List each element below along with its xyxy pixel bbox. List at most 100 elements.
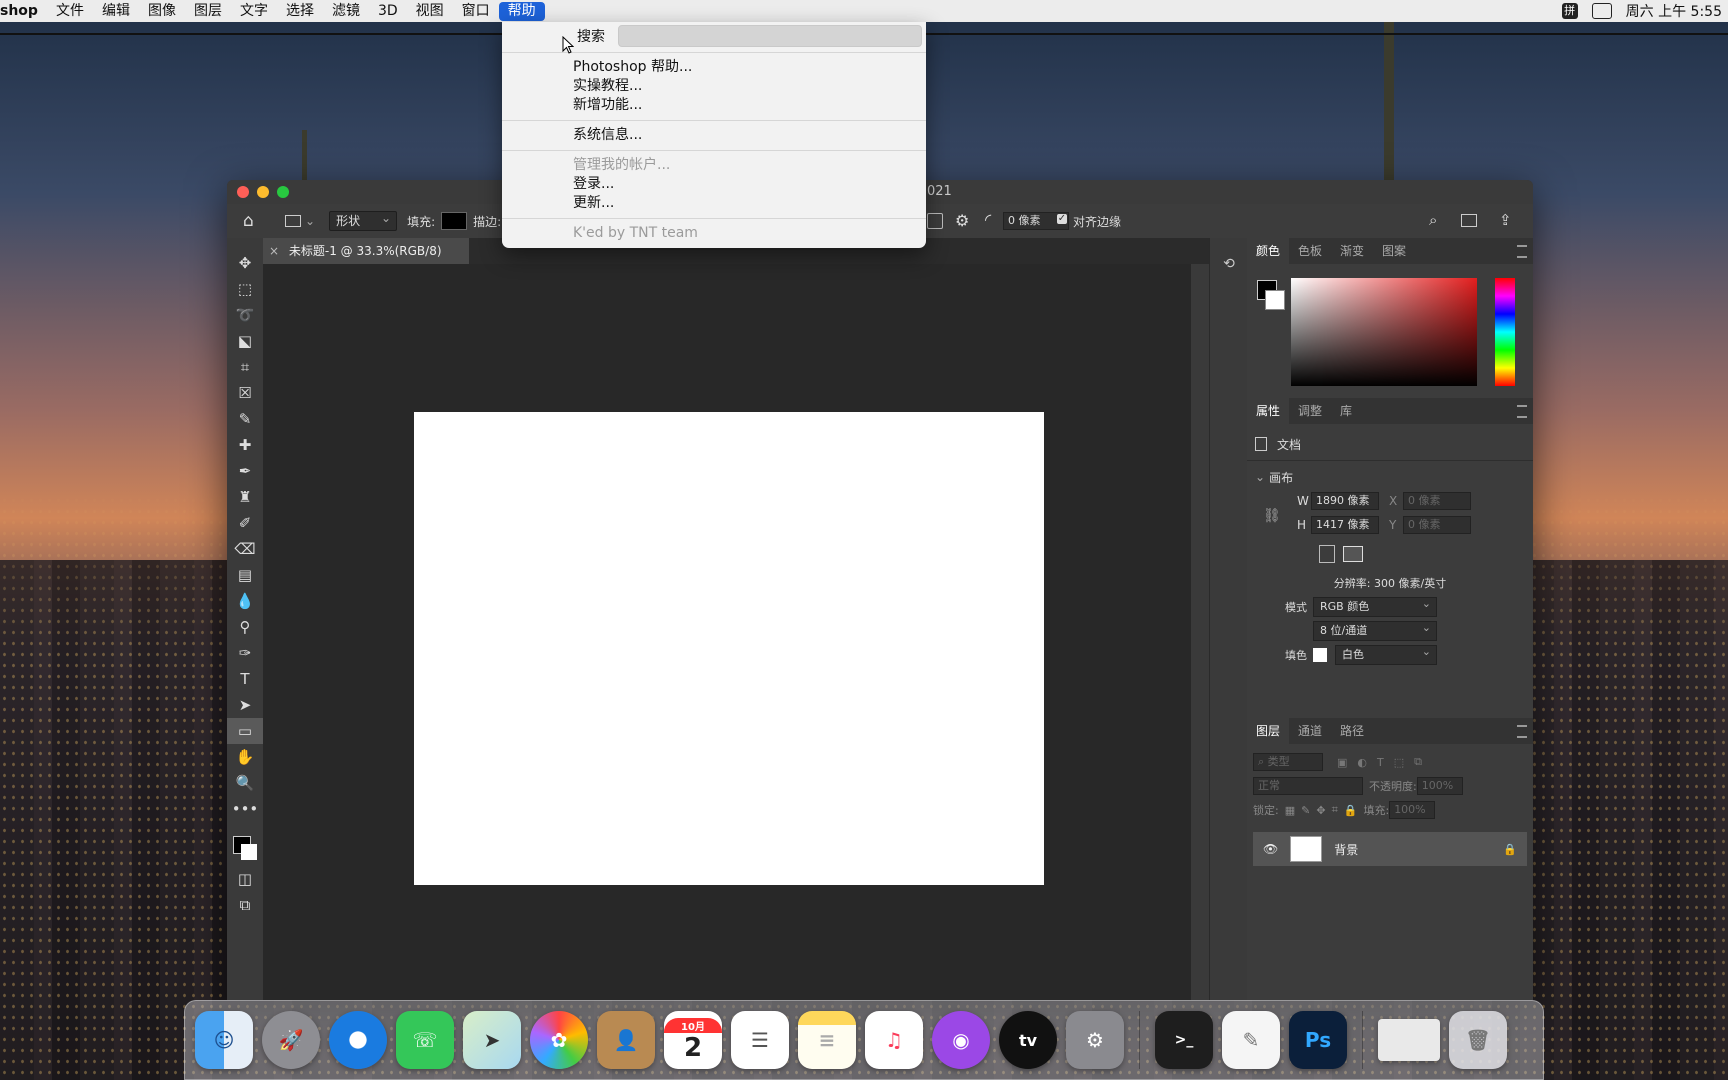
frame-tool-icon[interactable]: ☒ [227, 380, 263, 406]
fill-select[interactable]: 白色 [1335, 643, 1437, 665]
calendar-icon[interactable]: 10月 2 [664, 1011, 722, 1069]
notes-icon[interactable]: ≡ [798, 1011, 856, 1069]
lock-artboard-icon[interactable]: ⌗ [1332, 803, 1338, 817]
trash-icon[interactable]: 🗑 [1449, 1011, 1507, 1069]
eraser-tool-icon[interactable]: ⌫ [227, 536, 263, 562]
safari-icon[interactable]: ✧ [329, 1011, 387, 1069]
quick-mask-icon[interactable]: ◫ [227, 866, 263, 892]
maps-icon[interactable]: ➤ [463, 1011, 521, 1069]
menu-item-photoshop-help[interactable]: Photoshop 帮助... [502, 58, 926, 77]
tab-swatches[interactable]: 色板 [1289, 238, 1331, 264]
color-swatches[interactable] [227, 822, 263, 866]
terminal-icon[interactable]: >_ [1155, 1011, 1213, 1069]
screen-mode-icon[interactable]: ⧉ [227, 892, 263, 918]
layer-row[interactable]: 👁 背景 🔒 [1253, 832, 1527, 866]
history-brush-tool-icon[interactable]: ✐ [227, 510, 263, 536]
filter-smart-object-icon[interactable]: ⧉ [1414, 755, 1422, 769]
tab-color[interactable]: 颜色 [1247, 238, 1290, 264]
type-tool-icon[interactable]: T [227, 666, 263, 692]
lock-image-icon[interactable]: ✎ [1301, 804, 1310, 817]
gradient-tool-icon[interactable]: ▤ [227, 562, 263, 588]
tab-properties[interactable]: 属性 [1247, 398, 1290, 424]
finder-icon[interactable]: ☺ [195, 1011, 253, 1069]
height-input[interactable]: 1417 像素 [1311, 516, 1379, 534]
minimize-button[interactable] [257, 186, 269, 198]
menu-image[interactable]: 图像 [139, 0, 185, 22]
reminders-icon[interactable]: ☰ [731, 1011, 789, 1069]
background-color-swatch[interactable] [241, 844, 257, 860]
tab-paths[interactable]: 路径 [1331, 718, 1373, 744]
facetime-icon[interactable]: ☏ [396, 1011, 454, 1069]
mode-select[interactable]: RGB 颜色 [1313, 595, 1437, 617]
eye-icon[interactable]: 👁 [1263, 842, 1278, 856]
contacts-icon[interactable]: 👤 [597, 1011, 655, 1069]
fill-swatch[interactable] [441, 212, 468, 230]
rectangle-tool-icon[interactable]: ▭ [227, 718, 263, 744]
menu-item-system-info[interactable]: 系统信息... [502, 126, 926, 145]
system-preferences-icon[interactable]: ⚙ [1066, 1011, 1124, 1069]
filter-shape-icon[interactable]: ⬚ [1394, 756, 1404, 769]
move-tool-icon[interactable]: ✥ [227, 250, 263, 276]
chevron-down-icon[interactable]: ⌄ [305, 214, 315, 228]
close-icon[interactable]: × [269, 244, 279, 258]
width-input[interactable]: 1890 像素 [1311, 492, 1379, 510]
preview-document-icon[interactable] [1378, 1019, 1440, 1061]
shape-tool-preset-icon[interactable] [285, 215, 301, 227]
document-canvas[interactable] [414, 412, 1044, 885]
photoshop-icon[interactable]: Ps [1289, 1011, 1347, 1069]
tab-layers[interactable]: 图层 [1247, 718, 1290, 744]
filter-pixel-icon[interactable]: ▣ [1337, 756, 1347, 769]
menu-item-whats-new[interactable]: 新增功能... [502, 96, 926, 115]
menu-item-sign-in[interactable]: 登录... [502, 175, 926, 194]
launchpad-icon[interactable]: 🚀 [262, 1011, 320, 1069]
healing-brush-tool-icon[interactable]: ✚ [227, 432, 263, 458]
zoom-tool-icon[interactable]: 🔍 [227, 770, 263, 796]
close-button[interactable] [237, 186, 249, 198]
color-spectrum-field[interactable] [1291, 278, 1477, 386]
background-color-swatch[interactable] [1265, 290, 1285, 310]
hue-slider[interactable] [1495, 278, 1515, 386]
home-icon[interactable]: ⌂ [243, 211, 265, 231]
input-method-icon[interactable]: 拼 [1561, 3, 1578, 19]
landscape-icon[interactable] [1343, 546, 1363, 562]
clone-stamp-tool-icon[interactable]: ♜ [227, 484, 263, 510]
lock-pixels-icon[interactable]: ▦ [1285, 804, 1295, 817]
more-tools-icon[interactable]: ••• [227, 796, 263, 822]
apple-tv-icon[interactable]: tv [999, 1011, 1057, 1069]
menu-edit[interactable]: 编辑 [93, 0, 139, 22]
tab-channels[interactable]: 通道 [1289, 718, 1331, 744]
filter-adjustment-icon[interactable]: ◐ [1357, 756, 1367, 769]
brush-tool-icon[interactable]: ✒ [227, 458, 263, 484]
dodge-tool-icon[interactable]: ⚲ [227, 614, 263, 640]
lasso-tool-icon[interactable]: ➰ [227, 302, 263, 328]
share-icon[interactable]: ⇪ [1499, 211, 1512, 229]
lock-all-icon[interactable]: 🔒 [1344, 804, 1358, 817]
photos-icon[interactable]: ✿ [530, 1011, 588, 1069]
hand-tool-icon[interactable]: ✋ [227, 744, 263, 770]
menu-file[interactable]: 文件 [47, 0, 93, 22]
tab-adjustments[interactable]: 调整 [1289, 398, 1331, 424]
music-icon[interactable]: ♫ [865, 1011, 923, 1069]
filter-type-icon[interactable]: T [1377, 756, 1384, 769]
help-search-input[interactable] [618, 25, 922, 47]
menu-item-updates[interactable]: 更新... [502, 194, 926, 213]
menu-type[interactable]: 文字 [231, 0, 277, 22]
tab-gradients[interactable]: 渐变 [1331, 238, 1373, 264]
podcasts-icon[interactable]: ◉ [932, 1011, 990, 1069]
menu-window[interactable]: 窗口 [453, 0, 499, 22]
path-select-tool-icon[interactable]: ➤ [227, 692, 263, 718]
history-panel-icon[interactable]: ⟲ [1221, 256, 1237, 272]
blur-tool-icon[interactable]: 💧 [227, 588, 263, 614]
vertical-scrollbar[interactable] [1191, 264, 1209, 1000]
textedit-icon[interactable]: ✎ [1222, 1011, 1280, 1069]
zoom-button[interactable] [277, 186, 289, 198]
menu-app-name[interactable]: shop [0, 0, 47, 22]
search-icon[interactable]: ⌕ [1429, 211, 1437, 229]
layer-name[interactable]: 背景 [1334, 841, 1358, 858]
gear-icon[interactable]: ⚙ [955, 211, 969, 230]
menu-filter[interactable]: 滤镜 [323, 0, 369, 22]
eyedropper-tool-icon[interactable]: ✎ [227, 406, 263, 432]
panel-menu-icon[interactable] [1517, 245, 1527, 258]
lock-position-icon[interactable]: ✥ [1316, 804, 1325, 817]
menu-view[interactable]: 视图 [407, 0, 453, 22]
